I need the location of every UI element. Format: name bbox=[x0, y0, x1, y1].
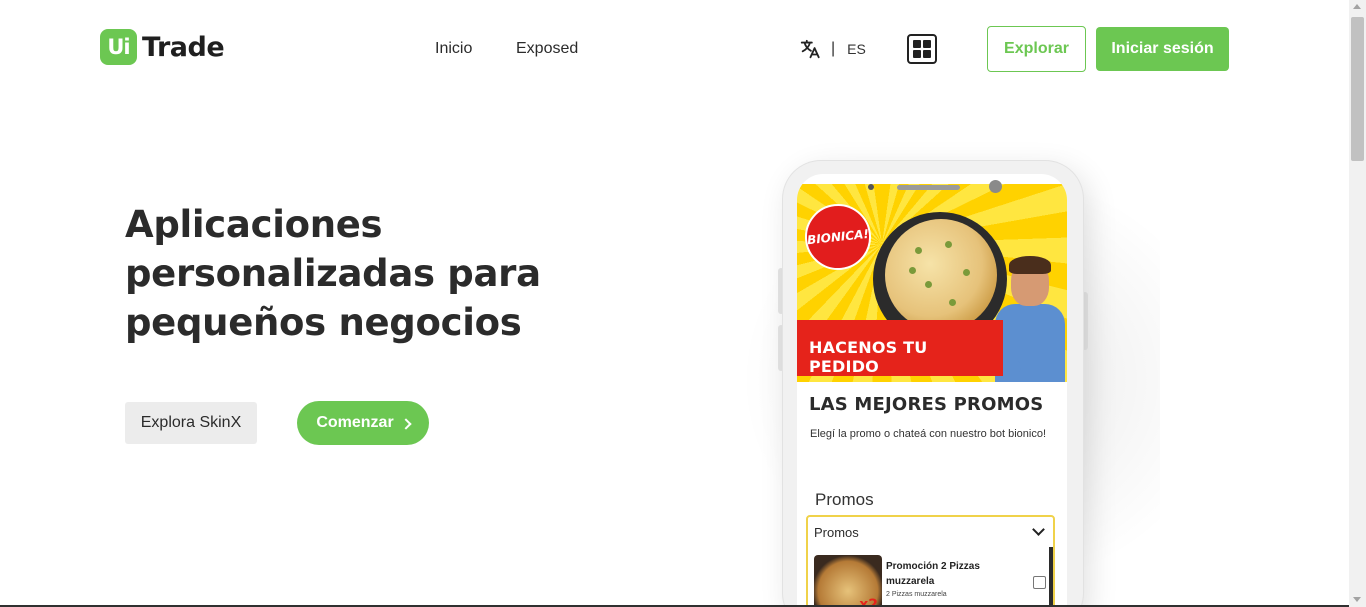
promo-item-subtitle: 2 Pizzas muzzarela bbox=[886, 591, 947, 598]
language-separator: | bbox=[831, 40, 836, 57]
explore-button[interactable]: Explorar bbox=[987, 26, 1086, 72]
explore-skinx-button[interactable]: Explora SkinX bbox=[125, 402, 257, 444]
promos-select[interactable]: Promos x2 Promoción 2 Pizzas muzzarela 2… bbox=[806, 515, 1055, 607]
promo-banner-image: BIONICA! HACENOS TU PEDIDO bbox=[797, 184, 1067, 382]
pizza-image bbox=[885, 219, 997, 331]
start-button-label: Comenzar bbox=[316, 414, 394, 431]
phone-speaker-dot bbox=[868, 184, 874, 190]
chevron-right-icon bbox=[400, 417, 412, 430]
logo-text: Trade bbox=[142, 31, 225, 63]
nav-link-exposed[interactable]: Exposed bbox=[516, 40, 578, 58]
translate-icon bbox=[799, 38, 821, 60]
select-scrollbar[interactable] bbox=[1049, 547, 1053, 607]
man-illustration bbox=[961, 256, 1065, 382]
nav-link-inicio[interactable]: Inicio bbox=[435, 40, 472, 58]
promo-item-checkbox[interactable] bbox=[1033, 576, 1046, 589]
banner-headline: HACENOS TU PEDIDO bbox=[809, 338, 928, 376]
phone-screen: BIONICA! HACENOS TU PEDIDO LAS MEJORES P… bbox=[797, 174, 1067, 607]
phone-camera bbox=[989, 180, 1002, 193]
bionica-badge: BIONICA! bbox=[801, 200, 875, 274]
logo-badge: Ui bbox=[100, 29, 137, 65]
chevron-down-icon[interactable] bbox=[1032, 523, 1045, 536]
login-button[interactable]: Iniciar sesión bbox=[1096, 27, 1229, 71]
promo-item-image: x2 bbox=[814, 555, 882, 607]
scroll-up-arrow-icon[interactable] bbox=[1353, 4, 1361, 9]
promo-title: LAS MEJORES PROMOS bbox=[809, 394, 1044, 415]
promos-section-label: Promos bbox=[815, 490, 874, 509]
phone-speaker-bar bbox=[897, 185, 960, 190]
promos-select-value: Promos bbox=[814, 525, 859, 540]
banner-headline-strip: HACENOS TU PEDIDO bbox=[797, 320, 1003, 376]
start-button[interactable]: Comenzar bbox=[297, 401, 429, 445]
scroll-down-arrow-icon[interactable] bbox=[1353, 597, 1361, 602]
apps-grid-icon[interactable] bbox=[907, 34, 937, 64]
page-scrollbar-thumb[interactable] bbox=[1351, 17, 1364, 161]
language-code[interactable]: ES bbox=[847, 41, 866, 57]
promo-description: Elegí la promo o chateá con nuestro bot … bbox=[810, 428, 1047, 440]
promo-item-name: Promoción 2 Pizzas muzzarela bbox=[886, 561, 980, 587]
language-switcher[interactable]: | ES bbox=[799, 37, 866, 61]
brand-logo[interactable]: Ui Trade bbox=[100, 29, 225, 65]
hero-title: Aplicaciones personalizadas para pequeño… bbox=[125, 203, 541, 344]
